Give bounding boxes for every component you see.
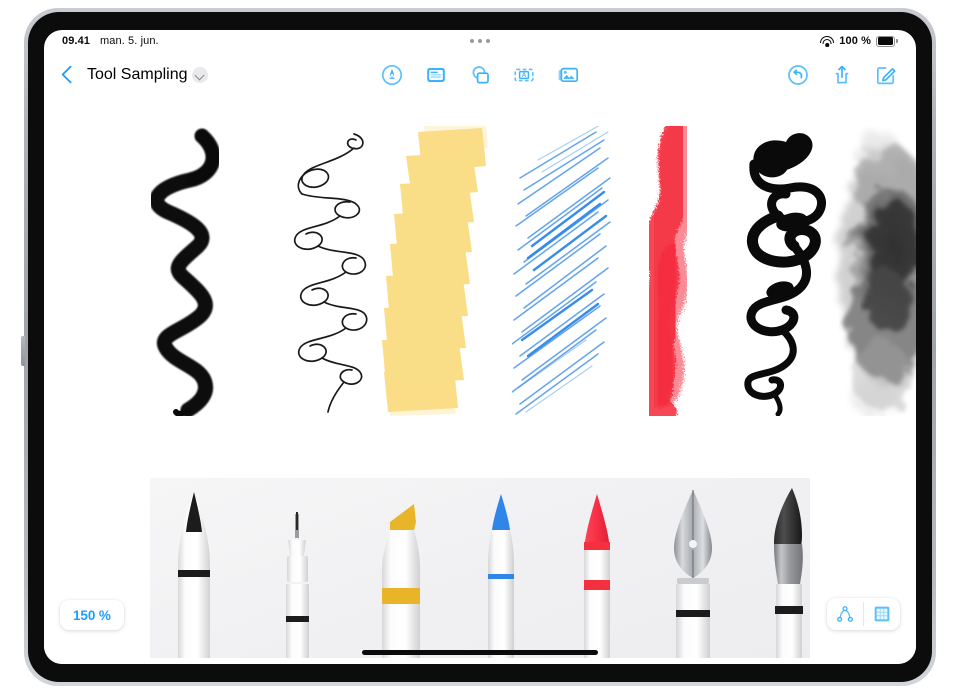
- tool-pencil[interactable]: [472, 478, 530, 658]
- drawing-canvas[interactable]: 150 %: [44, 98, 916, 664]
- stroke-brush-pen: [149, 128, 221, 416]
- status-date: man. 5. jun.: [100, 35, 159, 47]
- stroke-watercolor: [838, 130, 916, 416]
- share-icon[interactable]: [830, 63, 854, 87]
- tool-crayon[interactable]: [566, 478, 628, 658]
- undo-arrow-icon[interactable]: [786, 63, 810, 87]
- media-photos-icon[interactable]: [556, 63, 580, 87]
- grid-square-icon: [874, 606, 890, 622]
- text-box-a-icon[interactable]: A: [512, 63, 536, 87]
- tool-tray: [150, 478, 810, 658]
- stroke-fountain-pen: [744, 133, 826, 416]
- tool-fountain-pen[interactable]: [660, 478, 726, 658]
- nav-bar-left: Tool Sampling: [62, 64, 208, 86]
- stroke-samples: [44, 126, 916, 416]
- stroke-highlighter: [382, 126, 488, 416]
- grid-view-button[interactable]: [864, 598, 900, 630]
- home-indicator[interactable]: [362, 650, 598, 655]
- shapes-icon[interactable]: [468, 63, 492, 87]
- tool-highlighter[interactable]: [368, 478, 434, 658]
- zoom-level-label: 150 %: [73, 607, 111, 623]
- nav-bar: Tool Sampling A: [44, 52, 916, 98]
- battery-percent-label: 100 %: [839, 35, 871, 47]
- tool-watercolor[interactable]: [754, 478, 820, 658]
- text-note-icon[interactable]: [424, 63, 448, 87]
- tool-brush-pen[interactable]: [162, 478, 226, 658]
- multitasking-dots-icon[interactable]: [470, 39, 490, 43]
- status-bar: 09.41 man. 5. jun. 100 %: [44, 30, 916, 52]
- status-time: 09.41: [62, 35, 91, 47]
- compose-pencil-icon[interactable]: [874, 63, 898, 87]
- toolbar-right: [786, 63, 898, 87]
- document-title: Tool Sampling: [87, 66, 188, 83]
- ipad-screen: 09.41 man. 5. jun. 100 % Tool Sampling A…: [44, 30, 916, 664]
- node-path-icon: [837, 606, 853, 622]
- pen-in-circle-icon[interactable]: [380, 63, 404, 87]
- back-chevron-icon[interactable]: [62, 64, 75, 86]
- svg-text:A: A: [522, 72, 527, 79]
- zoom-level-button[interactable]: 150 %: [60, 600, 124, 630]
- wifi-icon: [820, 35, 835, 47]
- chevron-down-icon[interactable]: [191, 66, 208, 83]
- page-title[interactable]: Tool Sampling: [87, 66, 208, 84]
- toolbar-center: A: [380, 63, 580, 87]
- status-bar-left: 09.41 man. 5. jun.: [62, 35, 159, 47]
- node-edit-button[interactable]: [827, 598, 863, 630]
- status-bar-right: 100 %: [820, 35, 898, 47]
- stroke-pencil: [512, 126, 611, 415]
- battery-icon: [876, 35, 898, 47]
- view-mode-segmented-control: [827, 598, 900, 630]
- stroke-technical-pen: [293, 133, 368, 413]
- volume-button[interactable]: [21, 336, 25, 366]
- tool-technical-pen[interactable]: [268, 478, 328, 658]
